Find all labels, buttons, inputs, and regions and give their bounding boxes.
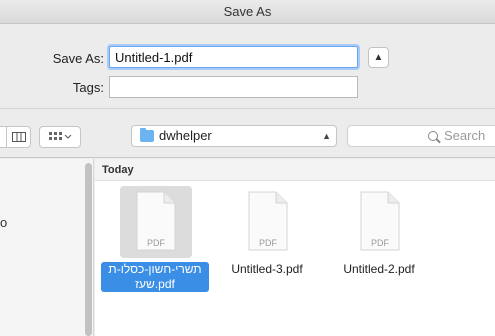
file-name[interactable]: Untitled-3.pdf xyxy=(207,262,327,277)
popup-arrows-icon: ▲ xyxy=(322,131,331,141)
window-title: Save As xyxy=(0,0,495,24)
sidebar-item-label[interactable]: o xyxy=(0,215,7,230)
search-field[interactable]: Search xyxy=(347,125,495,147)
sidebar: o xyxy=(0,159,94,336)
pdf-document-icon: PDF xyxy=(136,191,176,251)
save-form: Save As: ▲ Tags: xyxy=(0,25,495,107)
list-view-icon[interactable] xyxy=(0,127,7,147)
tags-field[interactable] xyxy=(109,76,358,98)
save-as-label: Save As: xyxy=(52,51,104,66)
file-name-line-1: תשרי-חשון-כסלו-ת xyxy=(108,262,202,276)
arrange-grid-icon xyxy=(43,127,79,147)
arrange-button[interactable] xyxy=(39,126,81,148)
section-header-today: Today xyxy=(95,159,495,181)
location-label: dwhelper xyxy=(159,128,212,143)
file-item[interactable]: PDF Untitled-2.pdf xyxy=(319,185,439,295)
pdf-type-label: PDF xyxy=(371,238,389,248)
file-name[interactable]: Untitled-2.pdf xyxy=(319,262,439,277)
pdf-type-label: PDF xyxy=(147,238,165,248)
file-name-line-2: pdf.שעז xyxy=(135,277,175,291)
chevron-up-icon: ▲ xyxy=(373,52,384,63)
pdf-type-label: PDF xyxy=(259,238,277,248)
file-item[interactable]: PDF Untitled-3.pdf xyxy=(207,185,327,295)
search-placeholder: Search xyxy=(444,128,486,143)
search-icon xyxy=(428,131,438,141)
pdf-document-icon: PDF xyxy=(248,191,288,251)
file-item[interactable]: PDF תשרי-חשון-כסלו-ת pdf.שעז xyxy=(95,185,215,295)
file-browser: Today PDF תשרי-חשון-כסלו-ת pdf.שעז PDF U… xyxy=(95,159,495,336)
column-view-icon[interactable] xyxy=(9,127,29,147)
folder-icon xyxy=(140,128,154,142)
pdf-document-icon: PDF xyxy=(360,191,400,251)
sidebar-scrollbar[interactable] xyxy=(85,163,92,336)
expand-button[interactable]: ▲ xyxy=(368,47,389,68)
tags-label: Tags: xyxy=(72,80,104,95)
location-popup[interactable]: dwhelper ▲ xyxy=(131,125,337,147)
file-name-selected[interactable]: תשרי-חשון-כסלו-ת pdf.שעז xyxy=(101,262,209,292)
browser-toolbar: dwhelper ▲ Search xyxy=(0,108,495,158)
view-mode-control[interactable] xyxy=(0,126,31,148)
save-as-field[interactable] xyxy=(109,46,358,68)
